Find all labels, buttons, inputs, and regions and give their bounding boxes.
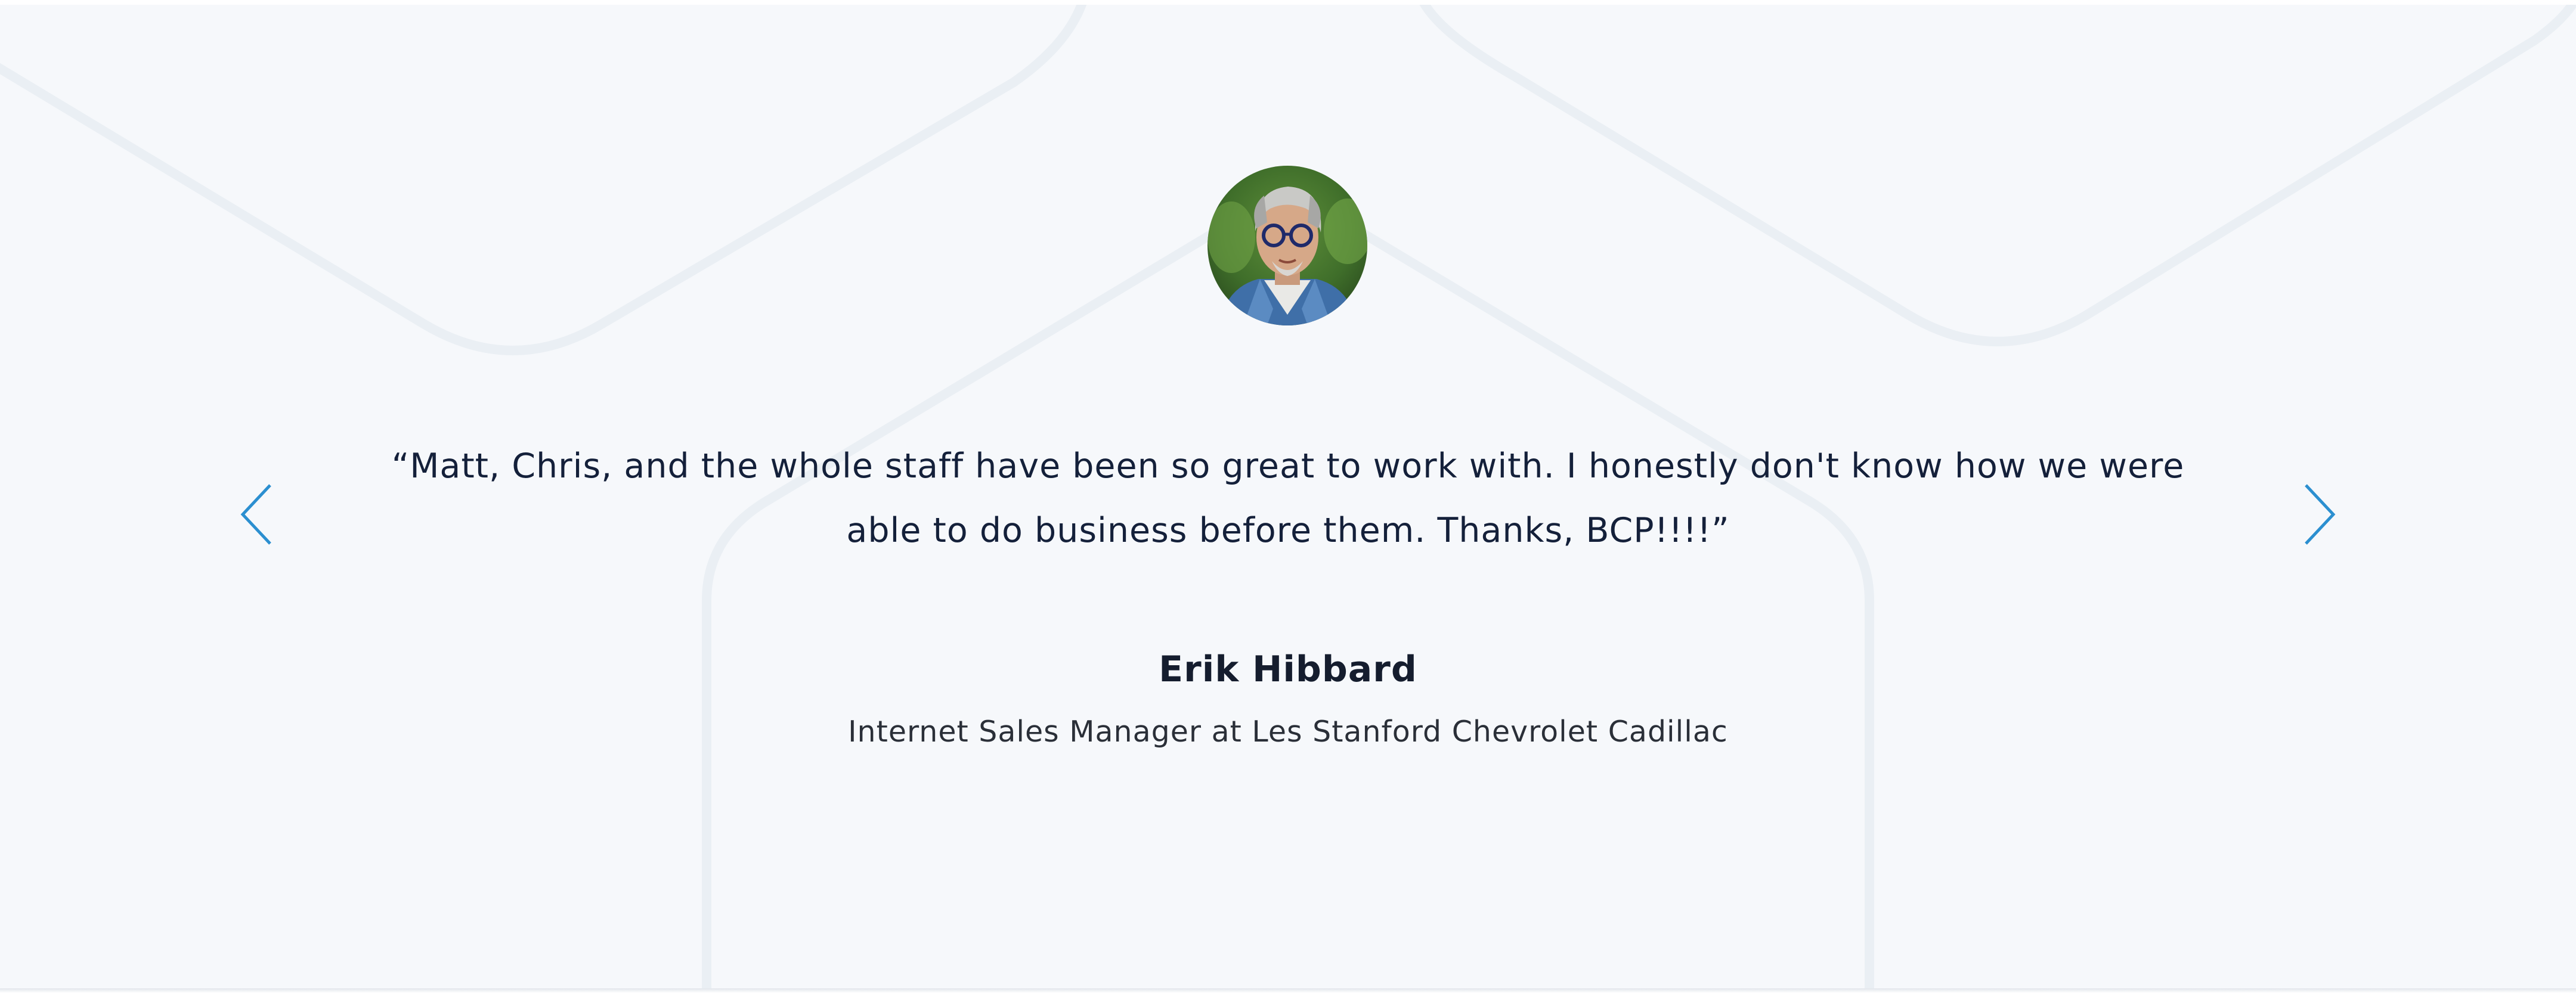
- section-bottom-edge: [0, 988, 2576, 993]
- testimonial-section: “Matt, Chris, and the whole staff have b…: [0, 5, 2576, 988]
- author-title: Internet Sales Manager at Les Stanford C…: [848, 715, 1728, 749]
- previous-testimonial-button[interactable]: [236, 482, 277, 547]
- next-testimonial-button[interactable]: [2299, 482, 2340, 547]
- author-photo: [1208, 166, 1367, 325]
- chevron-right-icon: [2305, 484, 2336, 545]
- author-avatar: [1208, 166, 1367, 325]
- testimonial-quote: “Matt, Chris, and the whole staff have b…: [391, 446, 2185, 550]
- author-name: Erik Hibbard: [1159, 649, 1417, 690]
- chevron-left-icon: [240, 484, 271, 545]
